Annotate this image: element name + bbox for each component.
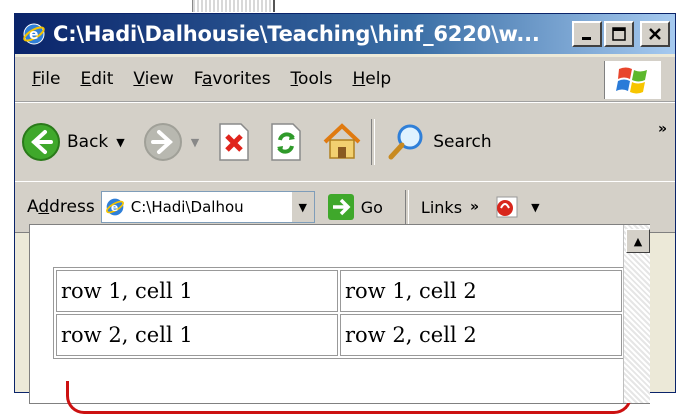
refresh-icon (271, 123, 301, 161)
forward-dropdown-icon[interactable]: ▼ (191, 136, 199, 149)
table-cell: row 1, cell 2 (340, 270, 622, 312)
minimize-button[interactable] (572, 21, 602, 47)
toolbar-more-chevron[interactable]: » (658, 121, 667, 137)
ie-page-icon: e (21, 21, 47, 47)
browser-window: e C:\Hadi\Dalhousie\Teaching\hinf_6220\w… (14, 13, 676, 414)
title-bar[interactable]: e C:\Hadi\Dalhousie\Teaching\hinf_6220\w… (15, 14, 675, 54)
forward-button[interactable]: ▼ (143, 122, 199, 162)
close-button[interactable] (640, 21, 670, 47)
address-label: Address (27, 197, 95, 217)
search-icon (388, 124, 423, 160)
table-cell: row 1, cell 1 (56, 270, 338, 312)
address-input[interactable]: e C:\Hadi\Dalhou ▼ (100, 191, 315, 223)
refresh-button[interactable] (269, 122, 303, 162)
page-icon: e (105, 198, 124, 216)
scroll-up-button[interactable]: ▲ (626, 229, 650, 253)
window-title: C:\Hadi\Dalhousie\Teaching\hinf_6220\w..… (53, 22, 540, 46)
stop-button[interactable] (217, 122, 251, 162)
svg-text:e: e (29, 27, 39, 43)
table-row: row 1, cell 1 row 1, cell 2 (56, 270, 622, 312)
go-button[interactable]: Go (327, 193, 383, 221)
maximize-button[interactable] (604, 21, 634, 47)
menu-bar: File Edit View Favorites Tools Help (15, 57, 675, 102)
pdf-icon[interactable] (493, 194, 521, 220)
toolbar-separator (371, 119, 376, 165)
menu-favorites[interactable]: Favorites (194, 69, 271, 89)
links-separator (404, 190, 409, 224)
back-label: Back (67, 132, 109, 152)
pdf-dropdown-icon[interactable]: ▼ (531, 201, 539, 214)
svg-text:e: e (111, 201, 118, 214)
table-cell: row 2, cell 1 (56, 314, 338, 356)
standard-toolbar: Back ▼ ▼ Search » (15, 102, 675, 182)
links-more-chevron[interactable]: » (470, 199, 479, 215)
menu-edit[interactable]: Edit (80, 69, 113, 89)
go-arrow-icon (327, 194, 354, 220)
page-content: row 1, cell 1 row 1, cell 2 row 2, cell … (29, 224, 650, 414)
menu-tools[interactable]: Tools (291, 69, 333, 89)
caption-buttons (572, 21, 670, 47)
menu-view[interactable]: View (133, 69, 173, 89)
minimize-icon (582, 37, 591, 40)
background-window-edge (192, 0, 275, 12)
home-button[interactable] (321, 122, 363, 162)
maximize-icon (612, 27, 626, 41)
search-button[interactable]: Search (387, 122, 492, 162)
back-button[interactable]: Back ▼ (21, 122, 125, 162)
address-dropdown-icon[interactable]: ▼ (290, 192, 314, 222)
vertical-scrollbar[interactable]: ▲ (623, 225, 650, 403)
table-row: row 2, cell 1 row 2, cell 2 (56, 314, 622, 356)
table-cell: row 2, cell 2 (340, 314, 622, 356)
forward-arrow-icon (143, 123, 182, 161)
address-value: C:\Hadi\Dalhou (130, 198, 244, 216)
back-arrow-icon (22, 123, 60, 161)
home-icon (323, 123, 361, 159)
go-label: Go (360, 197, 383, 217)
windows-logo-icon (604, 61, 661, 99)
back-dropdown-icon[interactable]: ▼ (116, 136, 124, 149)
close-icon (649, 28, 661, 40)
menu-help[interactable]: Help (352, 69, 391, 89)
red-annotation-bracket (66, 381, 632, 414)
stop-icon (219, 123, 249, 161)
demo-table: row 1, cell 1 row 1, cell 2 row 2, cell … (53, 267, 625, 359)
menu-file[interactable]: File (32, 69, 60, 89)
links-label[interactable]: Links (421, 198, 462, 217)
search-label: Search (433, 132, 492, 152)
